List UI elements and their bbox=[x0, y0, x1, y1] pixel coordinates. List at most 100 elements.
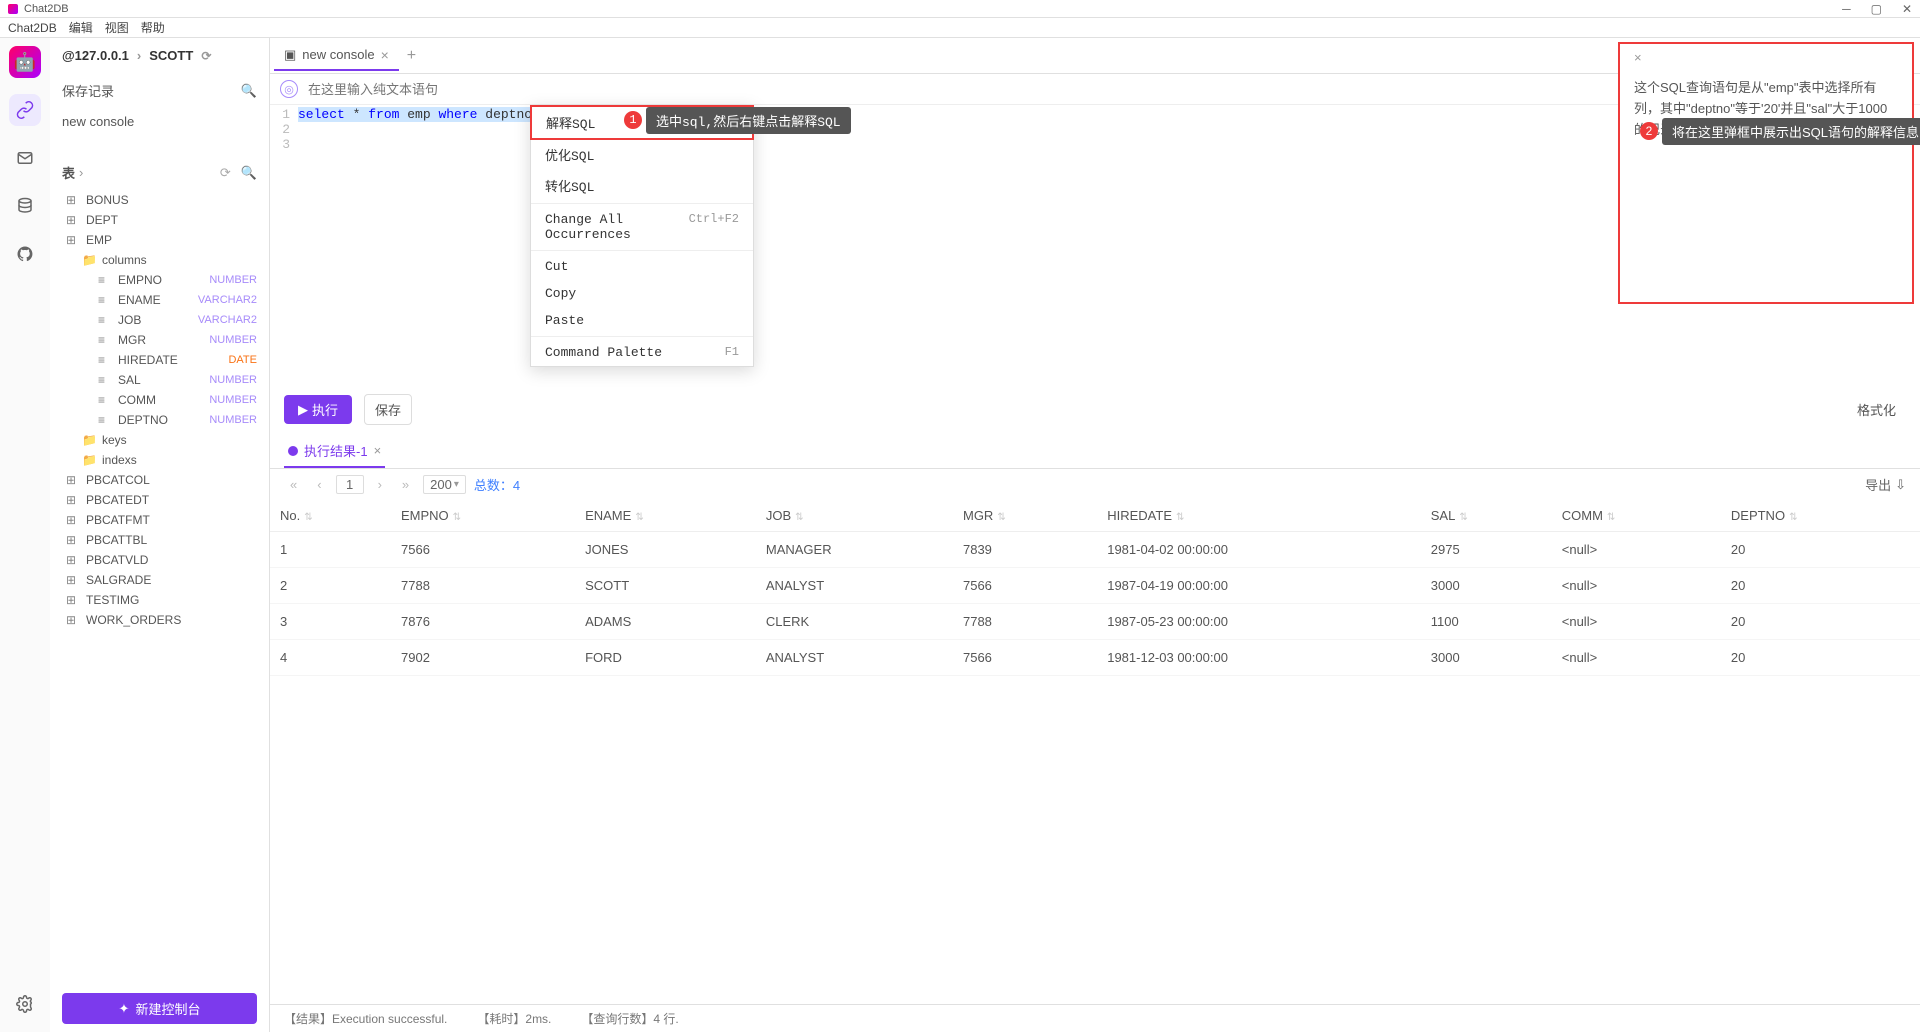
table-cell[interactable]: 7902 bbox=[391, 640, 575, 676]
col-header[interactable]: DEPTNO⇅ bbox=[1721, 500, 1920, 532]
table-cell[interactable]: 1 bbox=[270, 532, 391, 568]
table-cell[interactable]: ANALYST bbox=[756, 568, 953, 604]
table-pbcatfmt[interactable]: ⊞PBCATFMT bbox=[54, 510, 265, 530]
table-cell[interactable]: 4 bbox=[270, 640, 391, 676]
column-comm[interactable]: ≡COMMNUMBER bbox=[54, 390, 265, 410]
table-workorders[interactable]: ⊞WORK_ORDERS bbox=[54, 610, 265, 630]
table-cell[interactable]: <null> bbox=[1552, 532, 1721, 568]
ctx-paste[interactable]: Paste bbox=[531, 307, 753, 334]
table-pbcatcol[interactable]: ⊞PBCATCOL bbox=[54, 470, 265, 490]
col-header[interactable]: EMPNO⇅ bbox=[391, 500, 575, 532]
sort-icon[interactable]: ⇅ bbox=[635, 512, 643, 523]
table-cell[interactable]: <null> bbox=[1552, 640, 1721, 676]
ctx-change-all[interactable]: Change All OccurrencesCtrl+F2 bbox=[531, 206, 753, 248]
maximize-icon[interactable]: ▢ bbox=[1871, 2, 1882, 16]
table-cell[interactable]: 20 bbox=[1721, 568, 1920, 604]
table-cell[interactable]: 7839 bbox=[953, 532, 1097, 568]
tab-close-icon[interactable]: × bbox=[381, 47, 389, 63]
ctx-convert-sql[interactable]: 转化SQL bbox=[531, 170, 753, 201]
table-cell[interactable]: 7566 bbox=[953, 568, 1097, 604]
table-dept[interactable]: ⊞DEPT bbox=[54, 210, 265, 230]
table-cell[interactable]: 20 bbox=[1721, 532, 1920, 568]
sort-icon[interactable]: ⇅ bbox=[1607, 512, 1615, 523]
search-icon[interactable]: 🔍 bbox=[241, 83, 257, 99]
table-cell[interactable]: 7788 bbox=[953, 604, 1097, 640]
table-cell[interactable]: SCOTT bbox=[575, 568, 756, 604]
table-cell[interactable]: 1100 bbox=[1421, 604, 1552, 640]
column-empno[interactable]: ≡EMPNONUMBER bbox=[54, 270, 265, 290]
table-cell[interactable]: 7788 bbox=[391, 568, 575, 604]
logo-icon[interactable]: 🤖 bbox=[9, 46, 41, 78]
table-cell[interactable]: 7876 bbox=[391, 604, 575, 640]
table-cell[interactable]: 20 bbox=[1721, 604, 1920, 640]
menu-view[interactable]: 视图 bbox=[105, 19, 129, 36]
breadcrumb-schema[interactable]: SCOTT bbox=[149, 48, 193, 63]
mail-icon[interactable] bbox=[9, 142, 41, 174]
table-pbcattbl[interactable]: ⊞PBCATTBL bbox=[54, 530, 265, 550]
table-row[interactable]: 27788SCOTTANALYST75661987-04-19 00:00:00… bbox=[270, 568, 1920, 604]
column-ename[interactable]: ≡ENAMEVARCHAR2 bbox=[54, 290, 265, 310]
prev-page-button[interactable]: ‹ bbox=[311, 477, 327, 492]
column-deptno[interactable]: ≡DEPTNONUMBER bbox=[54, 410, 265, 430]
sort-icon[interactable]: ⇅ bbox=[1176, 512, 1184, 523]
add-tab-button[interactable]: + bbox=[399, 47, 424, 65]
table-pbcatvld[interactable]: ⊞PBCATVLD bbox=[54, 550, 265, 570]
sort-icon[interactable]: ⇅ bbox=[453, 512, 461, 523]
github-icon[interactable] bbox=[9, 238, 41, 270]
column-job[interactable]: ≡JOBVARCHAR2 bbox=[54, 310, 265, 330]
last-page-button[interactable]: » bbox=[396, 477, 415, 492]
sort-icon[interactable]: ⇅ bbox=[304, 512, 312, 523]
sort-icon[interactable]: ⇅ bbox=[997, 512, 1005, 523]
col-header[interactable]: MGR⇅ bbox=[953, 500, 1097, 532]
ctx-cut[interactable]: Cut bbox=[531, 253, 753, 280]
table-pbcatedt[interactable]: ⊞PBCATEDT bbox=[54, 490, 265, 510]
table-emp[interactable]: ⊞EMP bbox=[54, 230, 265, 250]
menu-help[interactable]: 帮助 bbox=[141, 19, 165, 36]
run-button[interactable]: ▶执行 bbox=[284, 395, 352, 424]
folder-columns[interactable]: 📁columns bbox=[54, 250, 265, 270]
col-header[interactable]: JOB⇅ bbox=[756, 500, 953, 532]
table-cell[interactable]: 7566 bbox=[953, 640, 1097, 676]
table-cell[interactable]: 3000 bbox=[1421, 640, 1552, 676]
page-input[interactable]: 1 bbox=[336, 475, 364, 494]
search-tables-icon[interactable]: 🔍 bbox=[241, 165, 257, 181]
settings-icon[interactable] bbox=[9, 988, 41, 1020]
table-bonus[interactable]: ⊞BONUS bbox=[54, 190, 265, 210]
table-row[interactable]: 17566JONESMANAGER78391981-04-02 00:00:00… bbox=[270, 532, 1920, 568]
table-cell[interactable]: ANALYST bbox=[756, 640, 953, 676]
col-header[interactable]: HIREDATE⇅ bbox=[1097, 500, 1421, 532]
refresh-tables-icon[interactable]: ⟳ bbox=[220, 165, 231, 181]
close-icon[interactable]: ✕ bbox=[1902, 2, 1912, 16]
console-item[interactable]: new console bbox=[50, 108, 269, 135]
column-sal[interactable]: ≡SALNUMBER bbox=[54, 370, 265, 390]
next-page-button[interactable]: › bbox=[372, 477, 388, 492]
column-hiredate[interactable]: ≡HIREDATEDATE bbox=[54, 350, 265, 370]
table-cell[interactable]: FORD bbox=[575, 640, 756, 676]
format-button[interactable]: 格式化 bbox=[1857, 400, 1906, 419]
folder-keys[interactable]: 📁keys bbox=[54, 430, 265, 450]
first-page-button[interactable]: « bbox=[284, 477, 303, 492]
table-cell[interactable]: <null> bbox=[1552, 568, 1721, 604]
table-cell[interactable]: 1987-05-23 00:00:00 bbox=[1097, 604, 1421, 640]
col-header[interactable]: No.⇅ bbox=[270, 500, 391, 532]
ctx-optimize-sql[interactable]: 优化SQL bbox=[531, 139, 753, 170]
table-cell[interactable]: ADAMS bbox=[575, 604, 756, 640]
database-icon[interactable] bbox=[9, 190, 41, 222]
save-button[interactable]: 保存 bbox=[364, 394, 412, 425]
table-salgrade[interactable]: ⊞SALGRADE bbox=[54, 570, 265, 590]
table-cell[interactable]: CLERK bbox=[756, 604, 953, 640]
table-cell[interactable]: 1987-04-19 00:00:00 bbox=[1097, 568, 1421, 604]
table-testimg[interactable]: ⊞TESTIMG bbox=[54, 590, 265, 610]
ctx-command-palette[interactable]: Command PaletteF1 bbox=[531, 339, 753, 366]
table-row[interactable]: 47902FORDANALYST75661981-12-03 00:00:003… bbox=[270, 640, 1920, 676]
menu-edit[interactable]: 编辑 bbox=[69, 19, 93, 36]
new-console-button[interactable]: ✦ 新建控制台 bbox=[62, 993, 257, 1024]
col-header[interactable]: COMM⇅ bbox=[1552, 500, 1721, 532]
tab-new-console[interactable]: ▣ new console × bbox=[274, 41, 399, 71]
col-header[interactable]: SAL⇅ bbox=[1421, 500, 1552, 532]
col-header[interactable]: ENAME⇅ bbox=[575, 500, 756, 532]
minimize-icon[interactable]: ─ bbox=[1842, 2, 1851, 16]
table-row[interactable]: 37876ADAMSCLERK77881987-05-23 00:00:0011… bbox=[270, 604, 1920, 640]
ai-icon[interactable]: ◎ bbox=[280, 80, 298, 98]
tables-header[interactable]: 表 › ⟳ 🔍 bbox=[50, 155, 269, 190]
